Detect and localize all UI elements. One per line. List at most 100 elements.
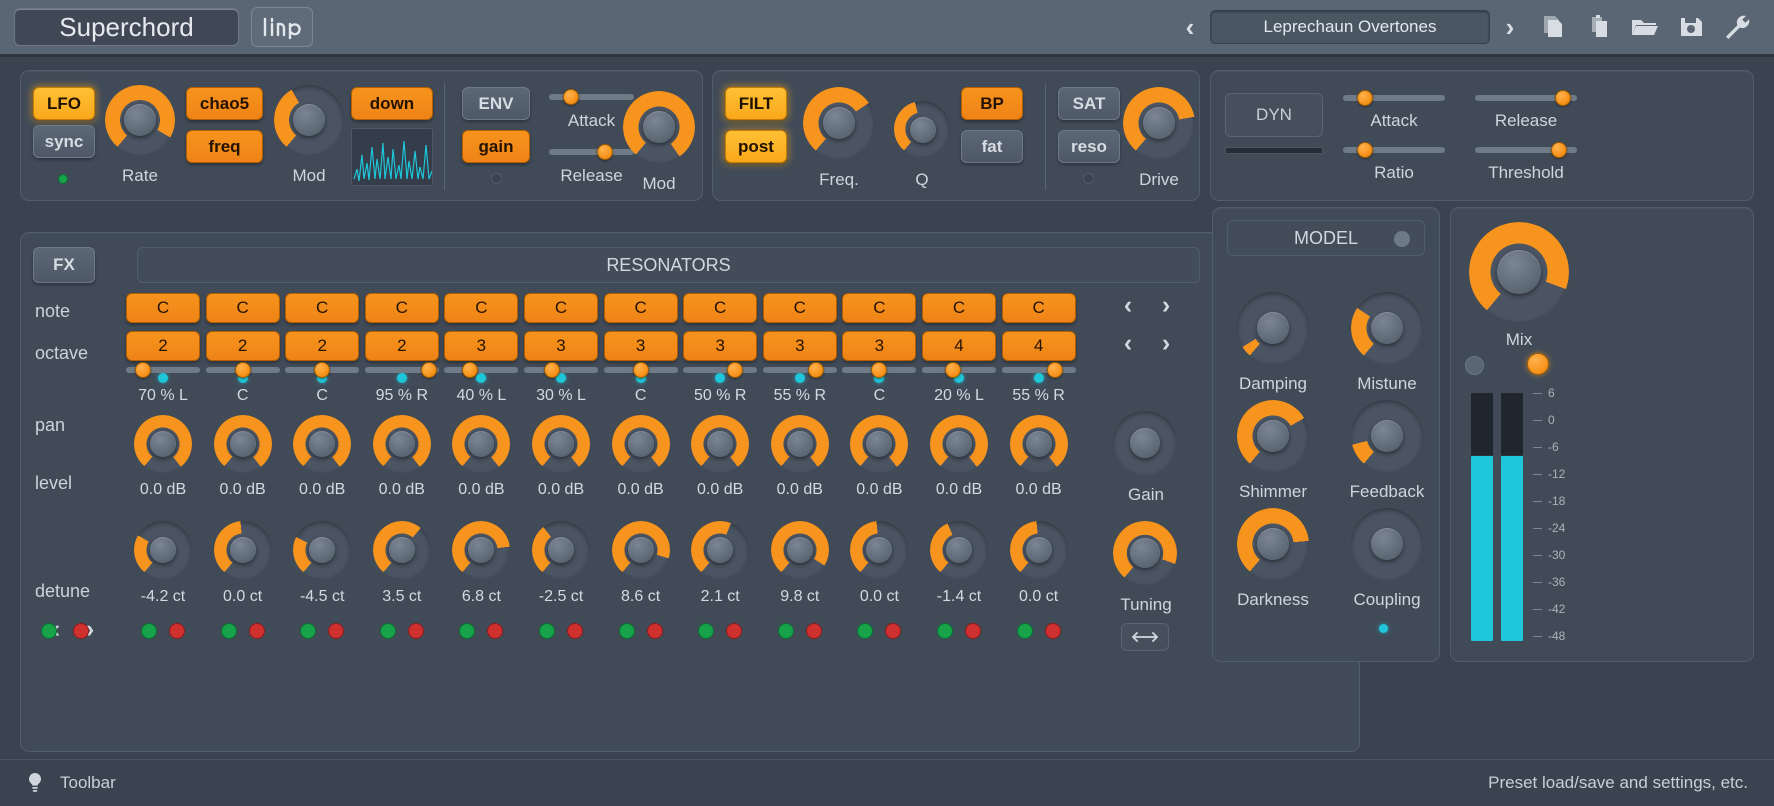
voice-mute-led[interactable] <box>726 623 742 639</box>
voice-detune-knob[interactable] <box>771 521 829 579</box>
model-shimmer-knob[interactable] <box>1237 400 1309 472</box>
voice-solo-led[interactable] <box>300 623 316 639</box>
voice-solo-led[interactable] <box>937 623 953 639</box>
voice-mute-led[interactable] <box>408 623 424 639</box>
lfo-shape-button[interactable]: chao5 <box>186 87 263 120</box>
filter-q-knob[interactable] <box>894 101 950 157</box>
voice-pan-slider[interactable] <box>285 367 359 373</box>
mix-knob[interactable] <box>1469 222 1569 322</box>
voice-solo-led[interactable] <box>539 623 555 639</box>
voice-pan-slider[interactable] <box>365 367 439 373</box>
lfo-direction-button[interactable]: down <box>351 87 433 120</box>
voice-detune-knob[interactable] <box>691 521 749 579</box>
voice-mute-led[interactable] <box>567 623 583 639</box>
dyn-attack-slider[interactable] <box>1343 95 1445 101</box>
wrench-icon[interactable] <box>1714 7 1760 47</box>
resonators-gain-knob[interactable] <box>1113 411 1177 475</box>
voice-mute-led[interactable] <box>806 623 822 639</box>
filter-type-button[interactable]: BP <box>961 87 1023 120</box>
voice-mute-led[interactable] <box>169 623 185 639</box>
voice-level-knob[interactable] <box>771 415 829 473</box>
voice-pan-slider[interactable] <box>683 367 757 373</box>
voice-level-knob[interactable] <box>214 415 272 473</box>
voice-octave-button[interactable]: 2 <box>285 331 359 361</box>
voice-octave-button[interactable]: 2 <box>365 331 439 361</box>
voice-pan-slider[interactable] <box>922 367 996 373</box>
voice-mute-led[interactable] <box>965 623 981 639</box>
voice-note-button[interactable]: C <box>285 293 359 323</box>
voice-note-button[interactable]: C <box>126 293 200 323</box>
preset-prev-icon[interactable]: ‹ <box>1170 12 1210 43</box>
voice-mute-led[interactable] <box>885 623 901 639</box>
voice-pan-slider[interactable] <box>524 367 598 373</box>
master-solo-led[interactable] <box>41 623 57 639</box>
dyn-ratio-slider[interactable] <box>1343 147 1445 153</box>
voice-detune-knob[interactable] <box>452 521 510 579</box>
voice-note-button[interactable]: C <box>524 293 598 323</box>
voice-octave-button[interactable]: 4 <box>1002 331 1076 361</box>
copy-icon[interactable] <box>1530 7 1576 47</box>
master-mute-led[interactable] <box>73 623 89 639</box>
voice-detune-knob[interactable] <box>850 521 908 579</box>
voice-level-knob[interactable] <box>452 415 510 473</box>
voice-note-button[interactable]: C <box>365 293 439 323</box>
sat-reso-button[interactable]: reso <box>1058 130 1120 163</box>
voice-solo-led[interactable] <box>141 623 157 639</box>
paste-icon[interactable] <box>1576 7 1622 47</box>
dyn-threshold-slider[interactable] <box>1475 147 1577 153</box>
lfo-rate-knob[interactable] <box>105 85 175 155</box>
voice-octave-button[interactable]: 3 <box>763 331 837 361</box>
mix-active-led[interactable] <box>1527 353 1549 375</box>
voice-level-knob[interactable] <box>293 415 351 473</box>
voice-note-button[interactable]: C <box>683 293 757 323</box>
voice-note-button[interactable]: C <box>444 293 518 323</box>
vendor-logo[interactable] <box>251 7 313 47</box>
voice-solo-led[interactable] <box>1017 623 1033 639</box>
voice-pan-slider[interactable] <box>1002 367 1076 373</box>
voice-level-knob[interactable] <box>1010 415 1068 473</box>
filter-position-button[interactable]: post <box>725 130 787 163</box>
voice-detune-knob[interactable] <box>532 521 590 579</box>
voice-level-knob[interactable] <box>691 415 749 473</box>
folder-open-icon[interactable] <box>1622 7 1668 47</box>
preset-name-field[interactable]: Leprechaun Overtones <box>1210 10 1490 44</box>
voice-detune-knob[interactable] <box>1010 521 1068 579</box>
resonators-tuning-knob[interactable] <box>1113 521 1177 585</box>
filter-fat-button[interactable]: fat <box>961 130 1023 163</box>
voice-note-button[interactable]: C <box>206 293 280 323</box>
voice-solo-led[interactable] <box>221 623 237 639</box>
voice-solo-led[interactable] <box>698 623 714 639</box>
spread-button[interactable] <box>1121 623 1169 651</box>
note-prev-icon[interactable]: ‹ <box>1111 291 1145 320</box>
voice-octave-button[interactable]: 2 <box>206 331 280 361</box>
voice-pan-slider[interactable] <box>126 367 200 373</box>
voice-octave-button[interactable]: 3 <box>604 331 678 361</box>
voice-detune-knob[interactable] <box>612 521 670 579</box>
note-next-icon[interactable]: › <box>1149 291 1183 320</box>
mix-bypass-led[interactable] <box>1465 356 1484 375</box>
voice-level-knob[interactable] <box>532 415 590 473</box>
voice-mute-led[interactable] <box>487 623 503 639</box>
voice-note-button[interactable]: C <box>604 293 678 323</box>
voice-detune-knob[interactable] <box>293 521 351 579</box>
voice-octave-button[interactable]: 3 <box>683 331 757 361</box>
voice-note-button[interactable]: C <box>842 293 916 323</box>
voice-solo-led[interactable] <box>857 623 873 639</box>
save-icon[interactable] <box>1668 7 1714 47</box>
voice-solo-led[interactable] <box>619 623 635 639</box>
model-title-bar[interactable]: MODEL <box>1227 220 1425 256</box>
sat-enable-button[interactable]: SAT <box>1058 87 1120 120</box>
model-feedback-knob[interactable] <box>1351 400 1423 472</box>
voice-level-knob[interactable] <box>373 415 431 473</box>
voice-level-knob[interactable] <box>134 415 192 473</box>
voice-pan-slider[interactable] <box>206 367 280 373</box>
voice-mute-led[interactable] <box>249 623 265 639</box>
voice-mute-led[interactable] <box>1045 623 1061 639</box>
voice-octave-button[interactable]: 3 <box>842 331 916 361</box>
lfo-enable-button[interactable]: LFO <box>33 87 95 120</box>
voice-solo-led[interactable] <box>380 623 396 639</box>
lfo-mod-knob[interactable] <box>274 85 344 155</box>
env-release-slider[interactable] <box>549 149 634 155</box>
voice-level-knob[interactable] <box>850 415 908 473</box>
octave-next-icon[interactable]: › <box>1149 329 1183 358</box>
